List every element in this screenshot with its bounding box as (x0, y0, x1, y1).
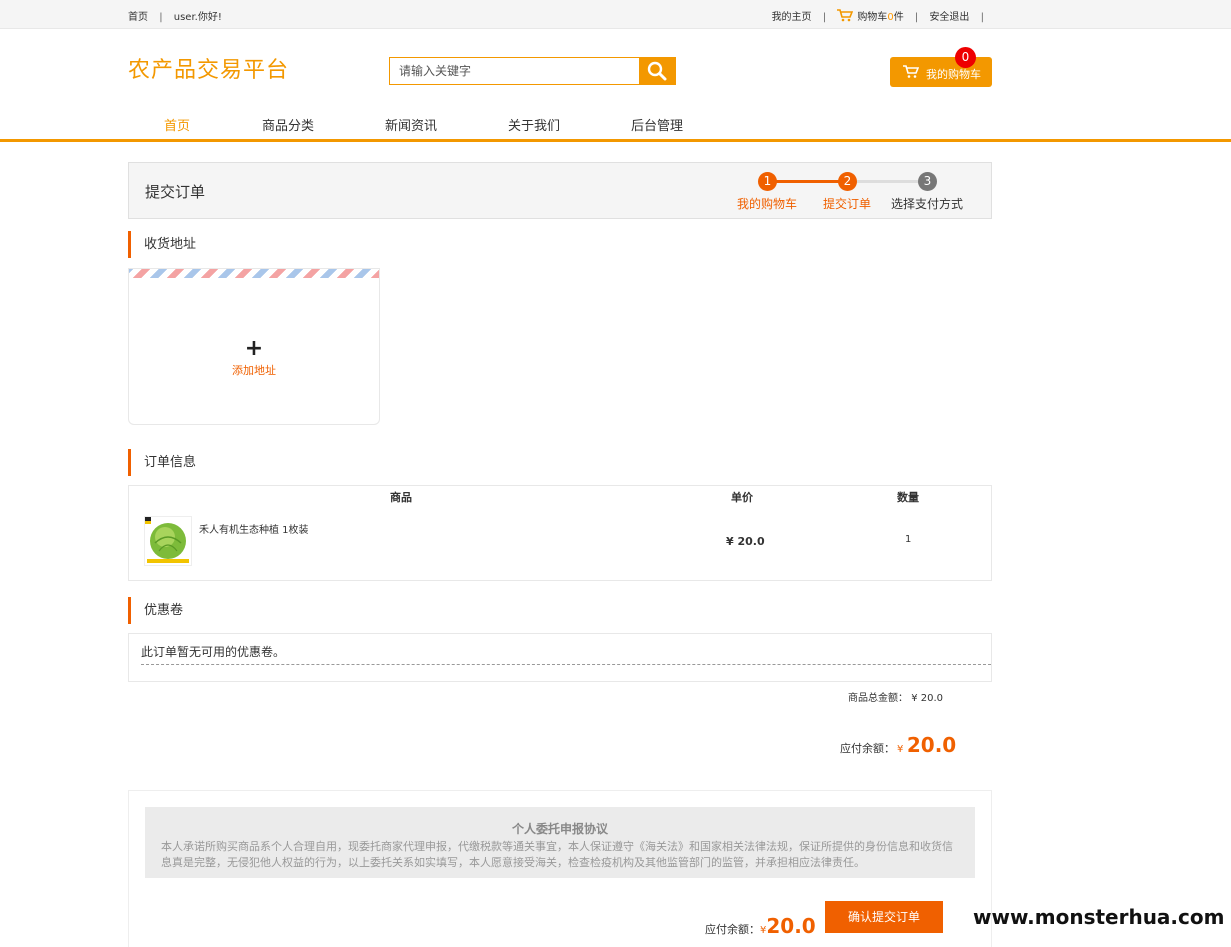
coupon-section-title: 优惠卷 (128, 597, 183, 624)
header-product: 商品 (390, 491, 412, 504)
bottom-bar: 应付余额：¥20.0 确认提交订单 www.monsterhua.com (0, 887, 1231, 947)
top-home-link[interactable]: 首页 (128, 12, 148, 23)
address-section-title: 收货地址 (128, 231, 196, 258)
top-separator: | (822, 12, 827, 23)
coupon-empty-text: 此订单暂无可用的优惠卷。 (141, 645, 286, 659)
cart-icon (903, 65, 919, 78)
plus-icon: + (244, 336, 264, 361)
main-nav: 首页 商品分类 新闻资讯 关于我们 后台管理 (0, 104, 1231, 142)
payable-currency: ¥ (897, 744, 904, 755)
goods-total-label: 商品总金额： (848, 693, 908, 704)
coupon-box: 此订单暂无可用的优惠卷。 (128, 633, 992, 682)
top-cart-link[interactable]: 购物车0件 (837, 9, 904, 23)
site-logo[interactable]: 农产品交易平台 (128, 52, 289, 84)
step-1-number: 1 (758, 172, 777, 191)
nav-item-categories[interactable]: 商品分类 (262, 115, 314, 134)
product-price: ¥ 20.0 (726, 535, 765, 548)
my-cart-label: 我的购物车 (926, 68, 981, 81)
logout-link[interactable]: 安全退出 (929, 12, 969, 23)
top-separator: | (159, 12, 163, 23)
top-separator: | (914, 12, 919, 23)
agreement-box: 个人委托申报协议 本人承诺所购买商品系个人合理自用，现委托商家代理申报，代缴税款… (145, 807, 975, 878)
top-cart-prefix: 购物车 (857, 12, 888, 23)
top-separator: | (980, 12, 984, 23)
goods-total-value: ¥ 20.0 (911, 693, 943, 704)
header-qty: 数量 (897, 491, 919, 504)
nav-item-news[interactable]: 新闻资讯 (385, 115, 437, 134)
step-connector-pending (847, 180, 928, 183)
cart-icon (837, 9, 854, 22)
page-title: 提交订单 (145, 183, 206, 201)
product-qty: 1 (905, 534, 912, 545)
step-3-label: 选择支付方式 (891, 197, 964, 211)
confirm-order-button[interactable]: 确认提交订单 (825, 901, 943, 933)
watermark: www.monsterhua.com (973, 905, 1225, 929)
step-2-label: 提交订单 (823, 197, 872, 211)
bottom-payable-amount: 20.0 (766, 914, 816, 938)
my-cart-button[interactable]: 我的购物车 (890, 57, 992, 87)
step-2-number: 2 (838, 172, 857, 191)
search-input[interactable] (389, 57, 640, 85)
step-1-label: 我的购物车 (737, 197, 798, 211)
user-greeting[interactable]: user.你好! (174, 12, 222, 23)
nav-item-about[interactable]: 关于我们 (508, 115, 560, 134)
checkout-steps: 提交订单 1 2 3 我的购物车 提交订单 选择支付方式 (128, 162, 992, 219)
step-connector-done (767, 180, 848, 183)
top-bar: 首页 | user.你好! 我的主页 | 购物车0件 | 安全退出 | (0, 0, 1231, 29)
search-bar (389, 57, 676, 85)
order-table: 商品 单价 数量 禾人有机生态种植 1枚装 ¥ 20.0 1 (128, 485, 992, 581)
cabbage-icon (145, 517, 189, 563)
product-name[interactable]: 禾人有机生态种植 1枚装 (199, 521, 309, 536)
bottom-payable-label: 应付余额： (705, 923, 760, 936)
envelope-stripe (129, 269, 379, 278)
payable-amount: 20.0 (906, 733, 957, 757)
order-section-title: 订单信息 (128, 449, 196, 476)
add-address-card[interactable]: + 添加地址 (128, 268, 380, 425)
payable-label: 应付余额： (840, 742, 895, 755)
bottom-payable: 应付余额：¥20.0 (705, 914, 816, 938)
coupon-divider (141, 664, 991, 665)
agreement-body: 本人承诺所购买商品系个人合理自用，现委托商家代理申报，代缴税款等通关事宜，本人保… (161, 840, 953, 869)
nav-item-admin[interactable]: 后台管理 (631, 115, 683, 134)
my-home-link[interactable]: 我的主页 (772, 12, 812, 23)
goods-total: 商品总金额： ¥ 20.0 (848, 689, 943, 704)
step-3-number: 3 (918, 172, 937, 191)
header-price: 单价 (731, 491, 753, 504)
add-address-label: 添加地址 (232, 364, 276, 377)
top-cart-suffix: 件 (893, 12, 904, 23)
agreement-title: 个人委托申报协议 (511, 822, 608, 836)
nav-item-home[interactable]: 首页 (164, 115, 190, 134)
search-button[interactable] (639, 57, 676, 85)
payable-total: 应付余额： ¥ 20.0 (840, 733, 956, 757)
search-icon (647, 61, 667, 81)
cabbage-image[interactable] (144, 516, 192, 566)
cart-count-badge: 0 (955, 47, 976, 68)
